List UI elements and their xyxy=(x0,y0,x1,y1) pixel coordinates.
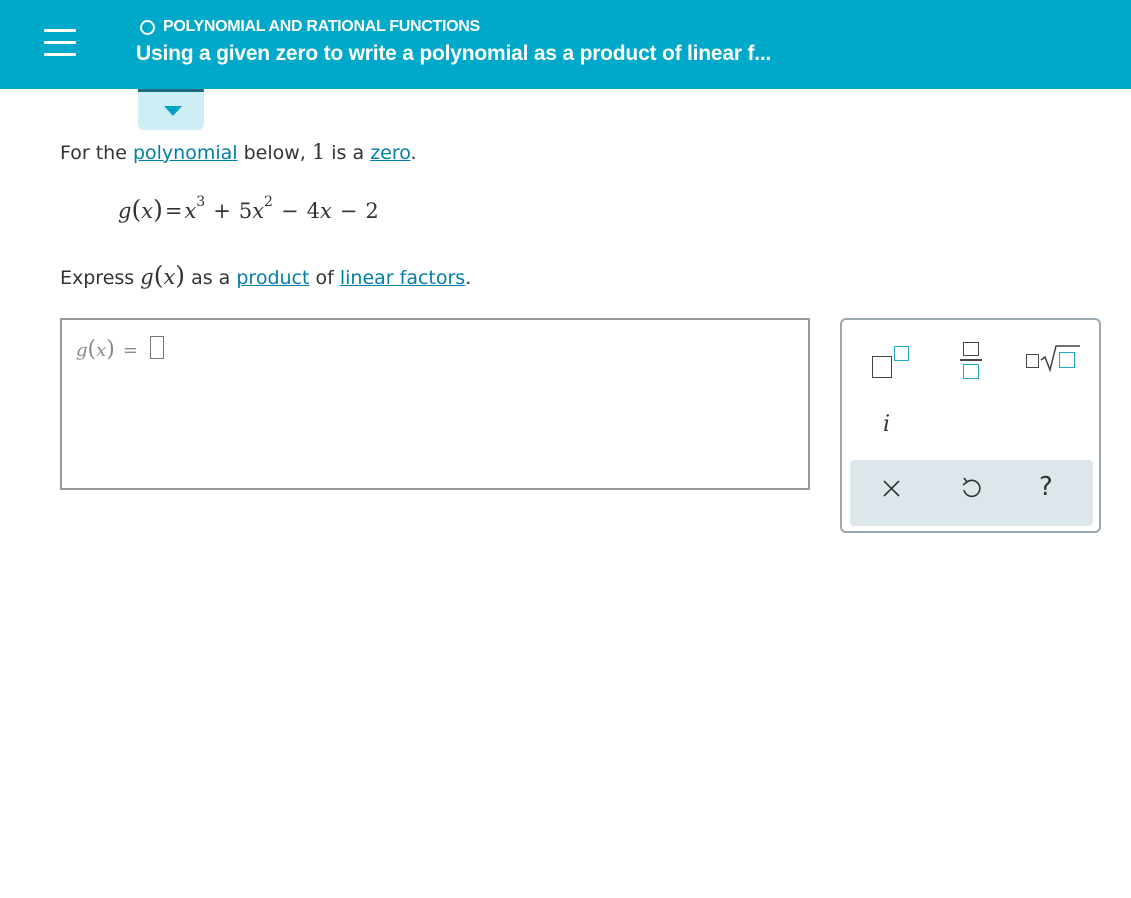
fraction-button[interactable] xyxy=(960,340,984,382)
menu-icon[interactable] xyxy=(44,29,76,57)
topic-header: POLYNOMIAL AND RATIONAL FUNCTIONS xyxy=(140,17,480,37)
numerator-box-icon xyxy=(963,342,979,356)
product-link[interactable]: product xyxy=(236,267,309,289)
help-button[interactable]: ? xyxy=(1039,472,1053,502)
linear-factors-link[interactable]: linear factors xyxy=(340,267,465,289)
polynomial-equation: g(x)=x3 +5x2−4x −2 xyxy=(118,194,379,224)
top-bar: POLYNOMIAL AND RATIONAL FUNCTIONS Using … xyxy=(0,0,1131,89)
fraction-bar-icon xyxy=(960,359,982,361)
math-toolbox: i ? xyxy=(840,318,1101,533)
zero-link[interactable]: zero xyxy=(370,142,410,164)
answer-prefix: g(x) = xyxy=(76,336,164,362)
topic-progress-circle-icon xyxy=(140,19,155,35)
radicand-box-icon xyxy=(1059,352,1075,368)
exponent-button[interactable] xyxy=(872,346,912,380)
undo-button[interactable] xyxy=(958,476,984,502)
nth-root-button[interactable] xyxy=(1026,344,1082,374)
denominator-box-icon xyxy=(963,364,979,379)
topic-label: POLYNOMIAL AND RATIONAL FUNCTIONS xyxy=(163,18,480,35)
superscript-box-icon xyxy=(894,346,909,361)
root-index-box-icon xyxy=(1026,354,1039,368)
imaginary-unit-button[interactable]: i xyxy=(883,412,890,437)
clear-button[interactable] xyxy=(880,476,904,500)
answer-slot[interactable] xyxy=(149,336,164,359)
caret-down-icon xyxy=(164,106,182,116)
page-title: Using a given zero to write a polynomial… xyxy=(136,42,772,65)
action-row: ? xyxy=(850,460,1093,526)
base-box-icon xyxy=(872,356,892,378)
question-prompt: Express g(x) as a product of linear fact… xyxy=(60,261,472,290)
header-toggle-button[interactable] xyxy=(138,89,204,130)
close-icon xyxy=(883,480,900,497)
polynomial-link[interactable]: polynomial xyxy=(133,142,238,164)
zero-value: 1 xyxy=(311,140,326,164)
question-intro: For the polynomial below, 1 is a zero. xyxy=(60,140,417,164)
answer-input-area[interactable]: g(x) = xyxy=(60,318,810,490)
undo-icon xyxy=(962,477,981,498)
